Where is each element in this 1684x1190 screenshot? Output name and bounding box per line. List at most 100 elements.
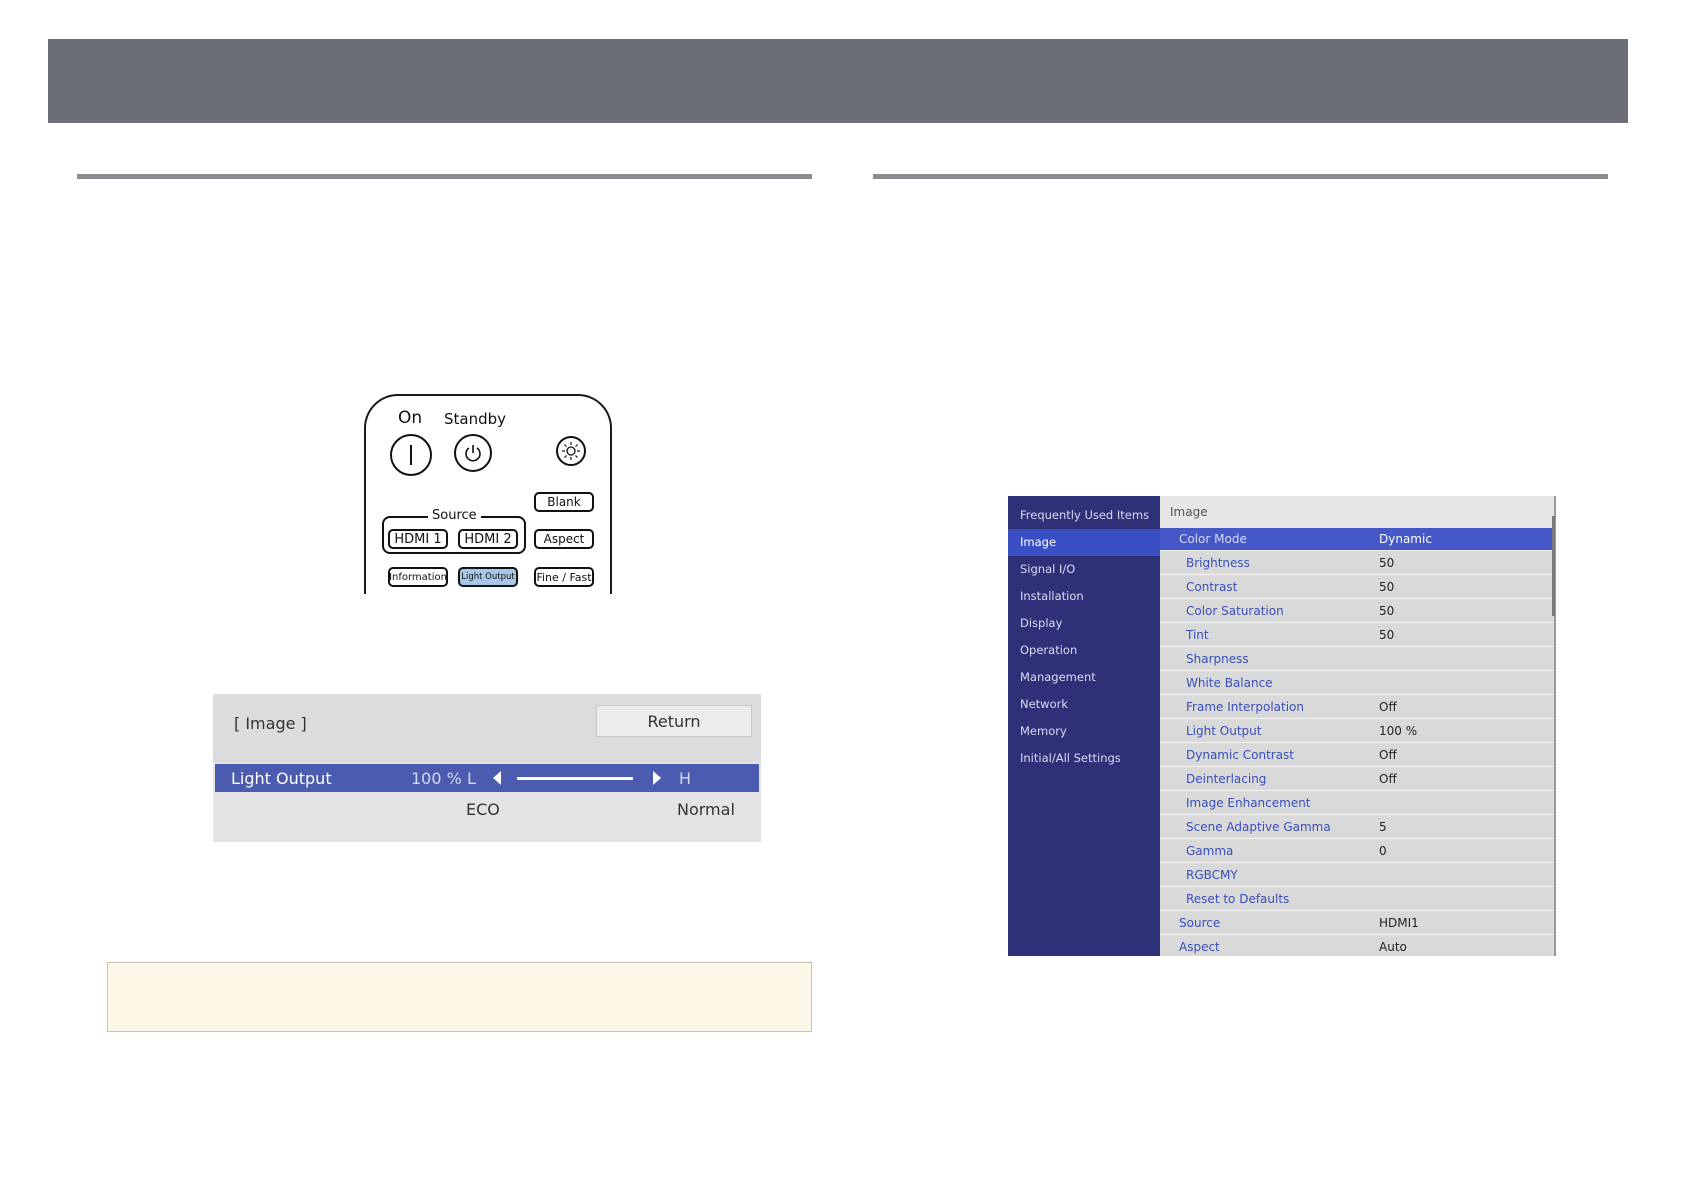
menu-row-label: Frame Interpolation [1186,700,1305,714]
menu-row-label: Color Saturation [1186,604,1284,618]
sun-icon [562,442,580,460]
eco-label: ECO [466,800,500,819]
standby-label: Standby [444,410,507,428]
menu-row[interactable]: Gamma 0 [1160,840,1556,863]
sidebar-item[interactable]: Display [1008,610,1160,637]
menu-row-label: Source [1179,916,1221,930]
menu-row[interactable]: Contrast 50 [1160,576,1556,599]
light-output-dialog: [ Image ] Return Light Output 100 % L H … [213,694,761,842]
sidebar-item[interactable]: Memory [1008,718,1160,745]
section-rule-left [77,174,812,179]
menu-row-label: Aspect [1179,940,1220,954]
power-on-icon [410,445,412,465]
slider-high-label: H [679,769,692,788]
light-output-slider-row[interactable]: Light Output 100 % L H [215,764,759,792]
menu-sidebar: Frequently Used Items Image Signal I/O Inst… [1008,496,1160,956]
menu-row-label: Reset to Defaults [1186,892,1290,906]
menu-row-value: 50 [1379,556,1395,570]
sidebar-item[interactable]: Installation [1008,583,1160,610]
menu-row[interactable]: Light Output 100 % [1160,720,1556,743]
menu-row-label: Gamma [1186,844,1234,858]
brightness-button[interactable] [556,436,586,466]
menu-row[interactable]: Color Saturation 50 [1160,600,1556,623]
hdmi2-button[interactable]: HDMI 2 [458,529,518,549]
projector-menu: Frequently Used Items Image Signal I/O Inst… [1008,496,1556,956]
menu-row-value: 100 % [1379,724,1418,738]
menu-row-value: 0 [1379,844,1387,858]
decrease-arrow-icon[interactable] [493,771,501,785]
menu-row-label: Color Mode [1179,532,1247,546]
menu-row[interactable]: Deinterlacing Off [1160,768,1556,791]
menu-header-title: Image [1170,505,1208,519]
slider-track[interactable] [517,777,633,780]
information-button[interactable]: Information [388,567,448,587]
aspect-button[interactable]: Aspect [534,529,594,549]
increase-arrow-icon[interactable] [653,771,661,785]
header-bar [48,39,1628,123]
menu-row-label: Image Enhancement [1186,796,1311,810]
menu-row-value: Off [1379,772,1397,786]
menu-row[interactable]: Brightness 50 [1160,552,1556,575]
menu-row[interactable]: White Balance [1160,672,1556,695]
menu-row[interactable]: Color Mode Dynamic [1160,528,1556,551]
remote-control: On Standby Blank Source HDMI 1 HDMI 2 As… [364,394,612,594]
section-rule-right [873,174,1608,179]
standby-button[interactable] [454,434,492,472]
menu-row-label: Dynamic Contrast [1186,748,1295,762]
return-button[interactable]: Return [596,705,752,737]
menu-row-value: Auto [1379,940,1407,954]
menu-row-value: Off [1379,748,1397,762]
menu-row-value: Off [1379,700,1397,714]
power-standby-icon [465,445,481,462]
sidebar-item[interactable]: Operation [1008,637,1160,664]
menu-row-label: RGBCMY [1186,868,1238,882]
menu-row-label: Brightness [1186,556,1250,570]
menu-row[interactable]: Image Enhancement [1160,792,1556,815]
sidebar-item[interactable]: Frequently Used Items [1008,502,1160,529]
on-button[interactable] [390,434,432,476]
sidebar-item[interactable]: Image [1008,529,1160,556]
menu-row[interactable]: Sharpness [1160,648,1556,671]
dialog-header: [ Image ] Return [213,694,761,762]
light-output-button[interactable]: Light Output [458,567,518,587]
menu-row[interactable]: Tint 50 [1160,624,1556,647]
note-box [107,962,812,1032]
menu-row-value: 50 [1379,628,1395,642]
menu-row-label: Sharpness [1186,652,1249,666]
menu-row[interactable]: Scene Adaptive Gamma 5 [1160,816,1556,839]
menu-row-value: HDMI1 [1379,916,1419,930]
menu-row-value: 5 [1379,820,1387,834]
menu-row-value: 50 [1379,580,1395,594]
menu-main-panel: Image Color Mode Dynamic Brightness 50 Contr… [1160,496,1556,956]
slider-label: Light Output [231,769,332,788]
menu-row-label: Scene Adaptive Gamma [1186,820,1331,834]
source-label: Source [428,508,481,523]
menu-row-label: White Balance [1186,676,1273,690]
menu-row[interactable]: Dynamic Contrast Off [1160,744,1556,767]
sidebar-item[interactable]: Initial/All Settings [1008,745,1160,772]
menu-row[interactable]: Frame Interpolation Off [1160,696,1556,719]
menu-row-label: Light Output [1186,724,1262,738]
menu-row-value: Dynamic [1379,532,1432,546]
menu-row[interactable]: Aspect Auto [1160,936,1556,956]
hdmi1-button[interactable]: HDMI 1 [388,529,448,549]
menu-row[interactable]: RGBCMY [1160,864,1556,887]
sidebar-item[interactable]: Management [1008,664,1160,691]
sidebar-item[interactable]: Network [1008,691,1160,718]
sidebar-item[interactable]: Signal I/O [1008,556,1160,583]
menu-row[interactable]: Reset to Defaults [1160,888,1556,911]
menu-row-label: Deinterlacing [1186,772,1267,786]
scrollbar-thumb[interactable] [1552,516,1555,616]
menu-row-label: Contrast [1186,580,1238,594]
dialog-title: [ Image ] [234,714,307,733]
menu-row[interactable]: Source HDMI1 [1160,912,1556,935]
slider-value: 100 % [411,769,462,788]
fine-fast-button[interactable]: Fine / Fast [534,567,594,587]
slider-low-label: L [467,769,476,788]
menu-row-label: Tint [1186,628,1209,642]
menu-row-value: 50 [1379,604,1395,618]
blank-button[interactable]: Blank [534,492,594,512]
normal-label: Normal [677,800,735,819]
on-label: On [398,408,423,428]
slider-fill [517,777,633,780]
